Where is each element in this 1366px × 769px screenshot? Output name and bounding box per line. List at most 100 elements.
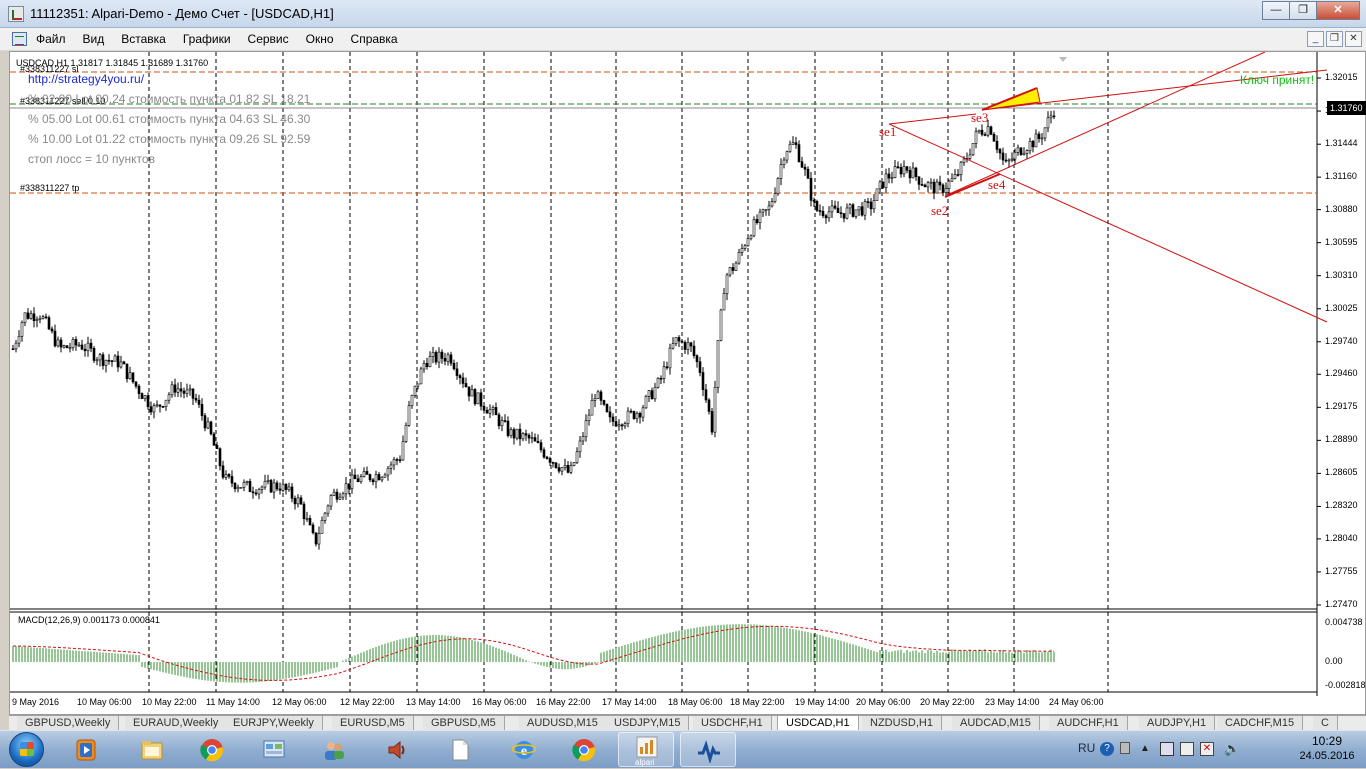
language-indicator[interactable]: RU (1078, 741, 1095, 755)
menu-help[interactable]: Справка (351, 32, 406, 46)
symbol-tab[interactable]: NZDUSD,H1 (862, 716, 942, 730)
candle-body (590, 400, 594, 416)
candle-body (476, 392, 480, 405)
candle-body (479, 392, 483, 407)
shift-marker (1059, 57, 1067, 62)
symbol-tab[interactable]: C (1313, 716, 1338, 730)
storage-icon[interactable] (1180, 742, 1194, 756)
candle-body (257, 489, 261, 495)
menu-charts[interactable]: Графики (183, 32, 239, 46)
candle-body (578, 440, 582, 453)
time-axis-label: 24 May 06:00 (1049, 697, 1104, 707)
strategy-link[interactable]: http://strategy4you.ru/ (28, 72, 144, 86)
candle-body (128, 372, 132, 380)
candle-body (146, 395, 150, 408)
chart-window[interactable]: USDCAD,H1 1.31817 1.31845 1.31689 1.3176… (9, 51, 1366, 715)
candle-body (275, 482, 279, 490)
candle-body (890, 177, 894, 179)
volume-icon[interactable]: 🔈 (1224, 742, 1240, 756)
candle-body (767, 205, 771, 210)
menu-tools[interactable]: Сервис (248, 32, 297, 46)
clock-date[interactable]: 24.05.2016 (1292, 750, 1362, 762)
taskbar-users[interactable] (306, 732, 362, 767)
candle-body (218, 448, 222, 467)
taskbar-alpari[interactable]: alpari (618, 732, 674, 767)
candle-body (593, 398, 597, 401)
taskbar-chrome-2[interactable] (556, 732, 612, 767)
candle-body (710, 411, 714, 433)
candle-body (242, 482, 246, 488)
candle-body (224, 474, 228, 478)
candle-body (569, 465, 573, 473)
alpari-icon (636, 736, 658, 758)
taskbar-control-panel[interactable] (246, 732, 302, 767)
show-hidden-icons[interactable]: ▲ (1140, 742, 1154, 756)
candle-body (230, 476, 234, 484)
candle-body (1022, 152, 1026, 155)
symbol-tab[interactable]: CADCHF,M15 (1217, 716, 1304, 730)
symbol-tab[interactable]: EURJPY,Weekly (225, 716, 323, 730)
monitor-icon[interactable] (1160, 742, 1174, 756)
candle-body (794, 142, 798, 145)
key-accepted-text: Ключ принят! (1240, 73, 1315, 87)
candle-body (509, 429, 513, 436)
symbol-tab[interactable]: AUDCHF,H1 (1049, 716, 1128, 730)
help-icon[interactable]: ? (1100, 742, 1114, 756)
chart-close-button[interactable]: ✕ (1345, 31, 1362, 47)
clock-time[interactable]: 10:29 (1296, 734, 1358, 748)
candle-body (1007, 159, 1011, 162)
restore-button[interactable]: ❐ (1289, 1, 1317, 20)
price-axis-label: 1.28320 (1325, 500, 1358, 511)
menu-insert[interactable]: Вставка (121, 32, 174, 46)
symbol-tab[interactable]: AUDCAD,M15 (952, 716, 1040, 730)
menu-file[interactable]: Файл (36, 32, 74, 46)
symbol-tab[interactable]: EURAUD,Weekly (125, 716, 228, 730)
candle-body (560, 467, 564, 472)
symbol-tab[interactable]: USDJPY,M15 (606, 716, 690, 730)
symbol-tab[interactable]: EURUSD,M5 (332, 716, 414, 730)
candle-body (1025, 150, 1029, 154)
candle-body (167, 394, 171, 401)
price-chart[interactable] (10, 52, 1366, 716)
chart-minimize-button[interactable]: _ (1307, 31, 1324, 47)
symbol-tab[interactable]: GBPUSD,Weekly (17, 716, 120, 730)
taskbar-document[interactable] (432, 732, 488, 767)
symbol-tab[interactable]: GBPUSD,M5 (423, 716, 505, 730)
keyboard-icon[interactable] (1120, 742, 1130, 754)
candle-body (827, 211, 831, 219)
close-button[interactable]: ✕ (1316, 1, 1360, 20)
symbol-tab[interactable]: USDCHF,H1 (693, 716, 772, 730)
candle-body (734, 262, 738, 271)
candle-body (779, 164, 783, 179)
candle-body (752, 219, 756, 237)
start-button[interactable] (3, 731, 53, 768)
symbol-tab[interactable]: USDCAD,H1 (777, 716, 859, 730)
taskbar-metatrader[interactable] (680, 732, 736, 767)
symbol-tab[interactable]: AUDUSD,M15 (519, 716, 607, 730)
taskbar-chrome[interactable] (184, 732, 240, 767)
candle-body (347, 483, 351, 489)
menu-window[interactable]: Окно (306, 32, 342, 46)
symbol-tab[interactable]: AUDJPY,H1 (1139, 716, 1216, 730)
chart-restore-button[interactable]: ❐ (1326, 31, 1343, 47)
candle-body (359, 476, 363, 483)
candle-body (1052, 115, 1056, 118)
price-axis-label: 1.27470 (1325, 599, 1358, 609)
network-icon[interactable]: ✕ (1200, 742, 1214, 756)
taskbar-explorer[interactable] (124, 732, 180, 767)
taskbar-ie[interactable]: e (496, 732, 552, 767)
candle-body (899, 167, 903, 175)
menu-view[interactable]: Вид (83, 32, 113, 46)
candle-body (179, 388, 183, 392)
candle-body (134, 381, 138, 387)
candle-body (107, 359, 111, 362)
time-axis-label: 20 May 22:00 (920, 697, 975, 707)
taskbar-volume-app[interactable] (370, 732, 426, 767)
candle-body (437, 351, 441, 363)
taskbar-media-player[interactable] (58, 732, 114, 767)
pattern-label-se3: se3 (971, 110, 989, 125)
candle-body (119, 361, 123, 368)
candle-body (854, 209, 858, 217)
minimize-button[interactable]: — (1262, 1, 1290, 20)
chart-window-icon[interactable] (12, 32, 27, 46)
